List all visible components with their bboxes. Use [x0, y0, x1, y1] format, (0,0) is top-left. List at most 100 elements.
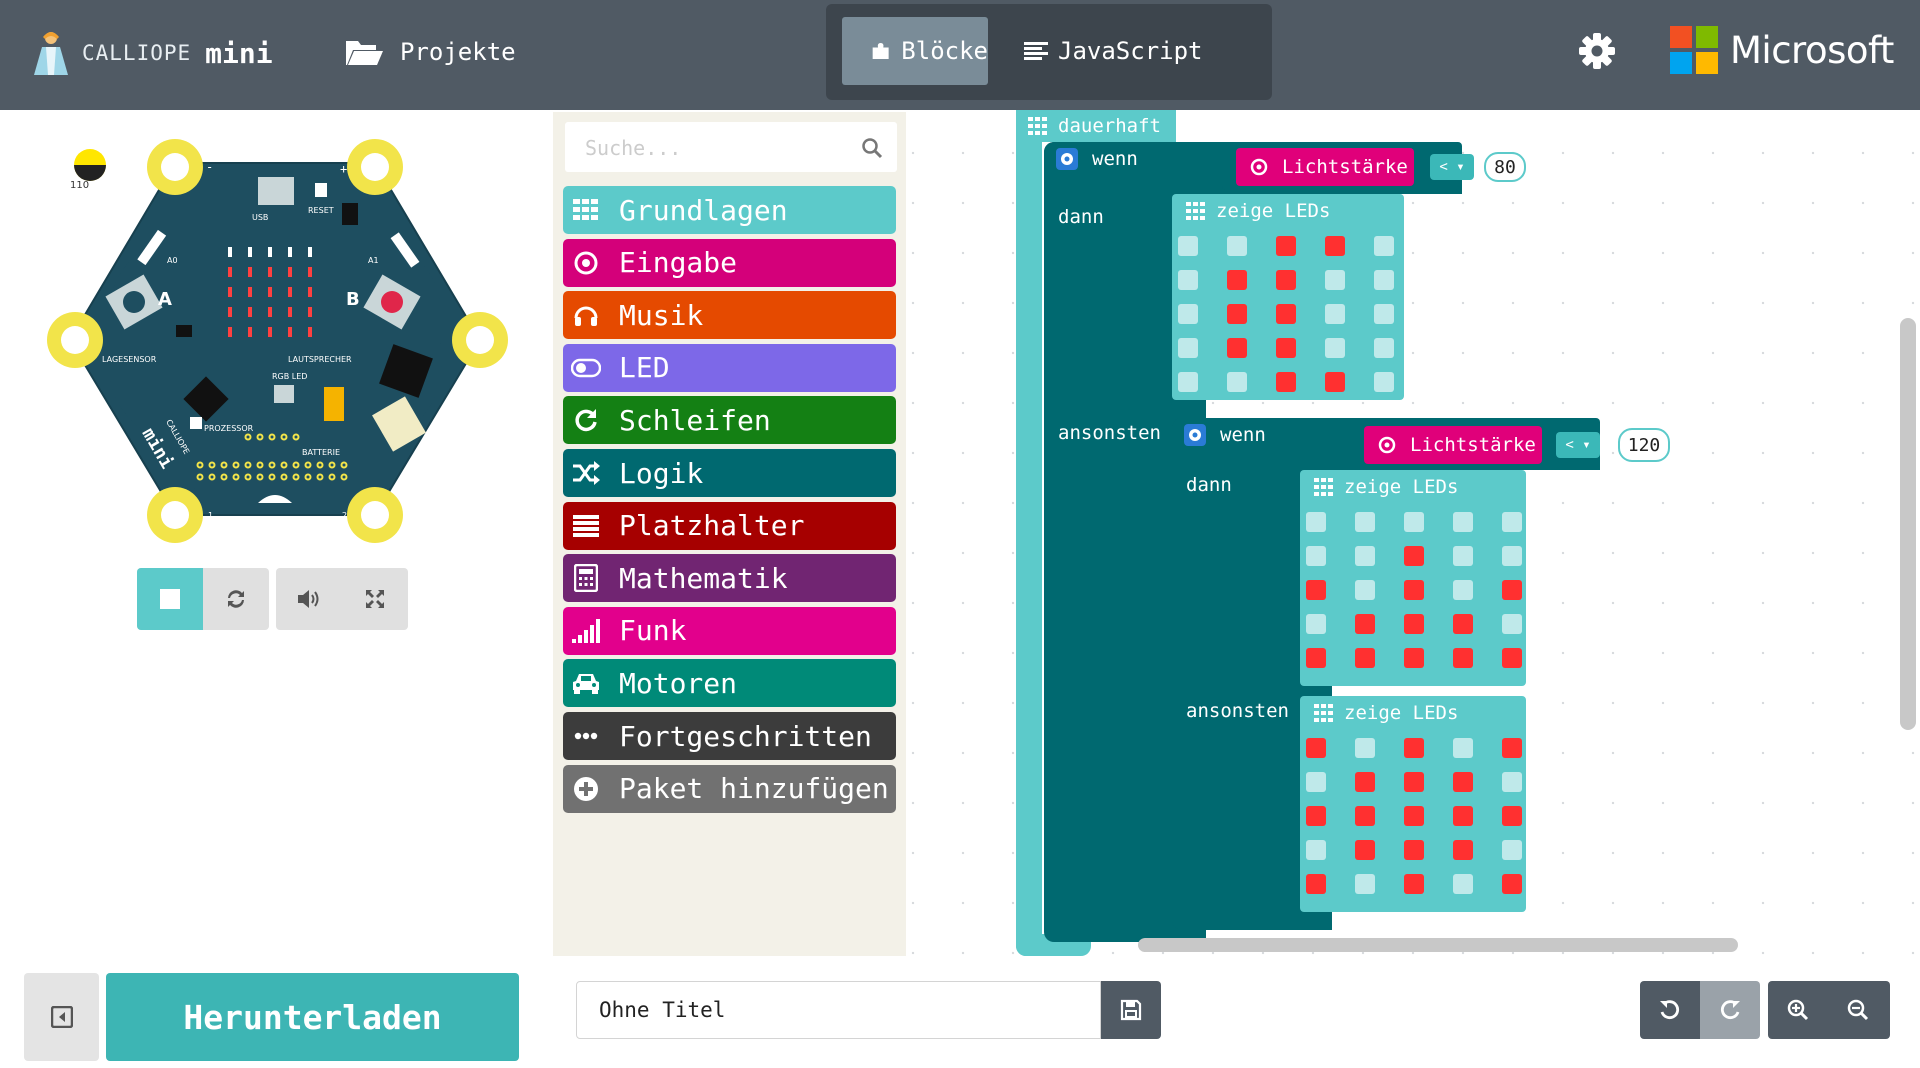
led-cell[interactable]	[1355, 772, 1375, 792]
led-cell[interactable]	[1306, 648, 1326, 668]
blocks-workspace[interactable]: dauerhaft wenn Lichtstärke < ▾ 80 dann a…	[906, 110, 1920, 960]
zoom-in-button[interactable]	[1768, 981, 1828, 1039]
led-cell[interactable]	[1453, 614, 1473, 634]
led-grid-1[interactable]	[1178, 236, 1394, 392]
led-cell[interactable]	[1404, 874, 1424, 894]
led-cell[interactable]	[1453, 738, 1473, 758]
led-cell[interactable]	[1227, 304, 1247, 324]
toolbox-category-motoren[interactable]: Motoren	[563, 659, 896, 708]
undo-button[interactable]	[1640, 981, 1700, 1039]
led-cell[interactable]	[1404, 512, 1424, 532]
led-cell[interactable]	[1374, 236, 1394, 256]
project-title-input[interactable]: Ohne Titel	[576, 981, 1101, 1039]
led-cell[interactable]	[1404, 648, 1424, 668]
toolbox-category-platzhalter[interactable]: Platzhalter	[563, 501, 896, 550]
led-cell[interactable]	[1453, 874, 1473, 894]
led-cell[interactable]	[1404, 840, 1424, 860]
tab-blocks[interactable]: Blöcke	[842, 17, 988, 85]
led-cell[interactable]	[1355, 738, 1375, 758]
calliope-logo[interactable]: CALLIOPE mini	[28, 28, 273, 78]
led-cell[interactable]	[1453, 512, 1473, 532]
led-cell[interactable]	[1355, 580, 1375, 600]
number-input-1[interactable]: 80	[1484, 152, 1526, 182]
toolbox-category-logik[interactable]: Logik	[563, 449, 896, 497]
led-cell[interactable]	[1404, 738, 1424, 758]
led-cell[interactable]	[1325, 304, 1345, 324]
toolbox-search[interactable]: Suche...	[565, 122, 897, 172]
led-cell[interactable]	[1276, 372, 1296, 392]
led-cell[interactable]	[1276, 236, 1296, 256]
toolbox-category-led[interactable]: LED	[563, 343, 896, 392]
toolbox-category-schleifen[interactable]: Schleifen	[563, 396, 896, 445]
led-cell[interactable]	[1355, 546, 1375, 566]
workspace-horizontal-scrollbar[interactable]	[1138, 938, 1738, 952]
led-cell[interactable]	[1306, 874, 1326, 894]
stop-button[interactable]	[137, 568, 203, 630]
led-cell[interactable]	[1355, 806, 1375, 826]
led-cell[interactable]	[1502, 840, 1522, 860]
led-cell[interactable]	[1227, 236, 1247, 256]
led-cell[interactable]	[1404, 614, 1424, 634]
led-cell[interactable]	[1276, 338, 1296, 358]
toolbox-category-eingabe[interactable]: Eingabe	[563, 238, 896, 287]
led-cell[interactable]	[1306, 738, 1326, 758]
led-cell[interactable]	[1453, 772, 1473, 792]
led-cell[interactable]	[1306, 614, 1326, 634]
led-cell[interactable]	[1502, 806, 1522, 826]
toolbox-category-musik[interactable]: Musik	[563, 291, 896, 340]
led-cell[interactable]	[1502, 874, 1522, 894]
led-cell[interactable]	[1355, 648, 1375, 668]
led-cell[interactable]	[1374, 304, 1394, 324]
led-cell[interactable]	[1178, 236, 1198, 256]
led-cell[interactable]	[1355, 512, 1375, 532]
led-cell[interactable]	[1178, 372, 1198, 392]
led-cell[interactable]	[1306, 806, 1326, 826]
led-cell[interactable]	[1227, 372, 1247, 392]
mute-button[interactable]	[276, 568, 342, 630]
gear-small-icon[interactable]	[1056, 148, 1078, 170]
light-sensor-indicator[interactable]	[74, 149, 106, 181]
led-cell[interactable]	[1325, 236, 1345, 256]
search-input[interactable]: Suche...	[585, 136, 681, 160]
reset-button[interactable]	[315, 183, 327, 197]
operator-dropdown-2[interactable]: < ▾	[1556, 432, 1600, 458]
toolbox-category-grundlagen[interactable]: Grundlagen	[563, 186, 896, 234]
led-cell[interactable]	[1453, 806, 1473, 826]
led-cell[interactable]	[1374, 338, 1394, 358]
led-cell[interactable]	[1374, 270, 1394, 290]
led-cell[interactable]	[1227, 338, 1247, 358]
led-cell[interactable]	[1306, 580, 1326, 600]
toolbox-category-funk[interactable]: Funk	[563, 606, 896, 655]
led-cell[interactable]	[1502, 772, 1522, 792]
led-cell[interactable]	[1453, 648, 1473, 668]
workspace-vertical-scrollbar[interactable]	[1900, 318, 1916, 730]
download-button[interactable]: Herunterladen	[106, 973, 519, 1061]
led-cell[interactable]	[1325, 372, 1345, 392]
settings-button[interactable]	[1578, 32, 1616, 74]
led-cell[interactable]	[1404, 772, 1424, 792]
projects-button[interactable]: Projekte	[344, 30, 516, 74]
led-cell[interactable]	[1502, 648, 1522, 668]
led-cell[interactable]	[1355, 614, 1375, 634]
led-cell[interactable]	[1404, 546, 1424, 566]
gear-small-icon[interactable]	[1184, 424, 1206, 446]
light-level-block-2[interactable]: Lichtstärke	[1364, 426, 1542, 464]
led-cell[interactable]	[1325, 270, 1345, 290]
tab-javascript[interactable]: JavaScript	[1002, 17, 1242, 85]
led-grid-2[interactable]	[1306, 512, 1522, 668]
collapse-simulator-button[interactable]	[24, 973, 99, 1061]
led-cell[interactable]	[1374, 372, 1394, 392]
led-cell[interactable]	[1404, 806, 1424, 826]
toolbox-category-paket-hinzuf-gen[interactable]: Paket hinzufügen	[563, 764, 896, 813]
led-cell[interactable]	[1453, 546, 1473, 566]
led-cell[interactable]	[1325, 338, 1345, 358]
redo-button[interactable]	[1700, 981, 1760, 1039]
led-cell[interactable]	[1502, 580, 1522, 600]
led-cell[interactable]	[1355, 840, 1375, 860]
led-cell[interactable]	[1453, 580, 1473, 600]
restart-button[interactable]	[203, 568, 269, 630]
led-cell[interactable]	[1306, 772, 1326, 792]
led-cell[interactable]	[1453, 840, 1473, 860]
led-cell[interactable]	[1306, 512, 1326, 532]
fullscreen-button[interactable]	[342, 568, 408, 630]
